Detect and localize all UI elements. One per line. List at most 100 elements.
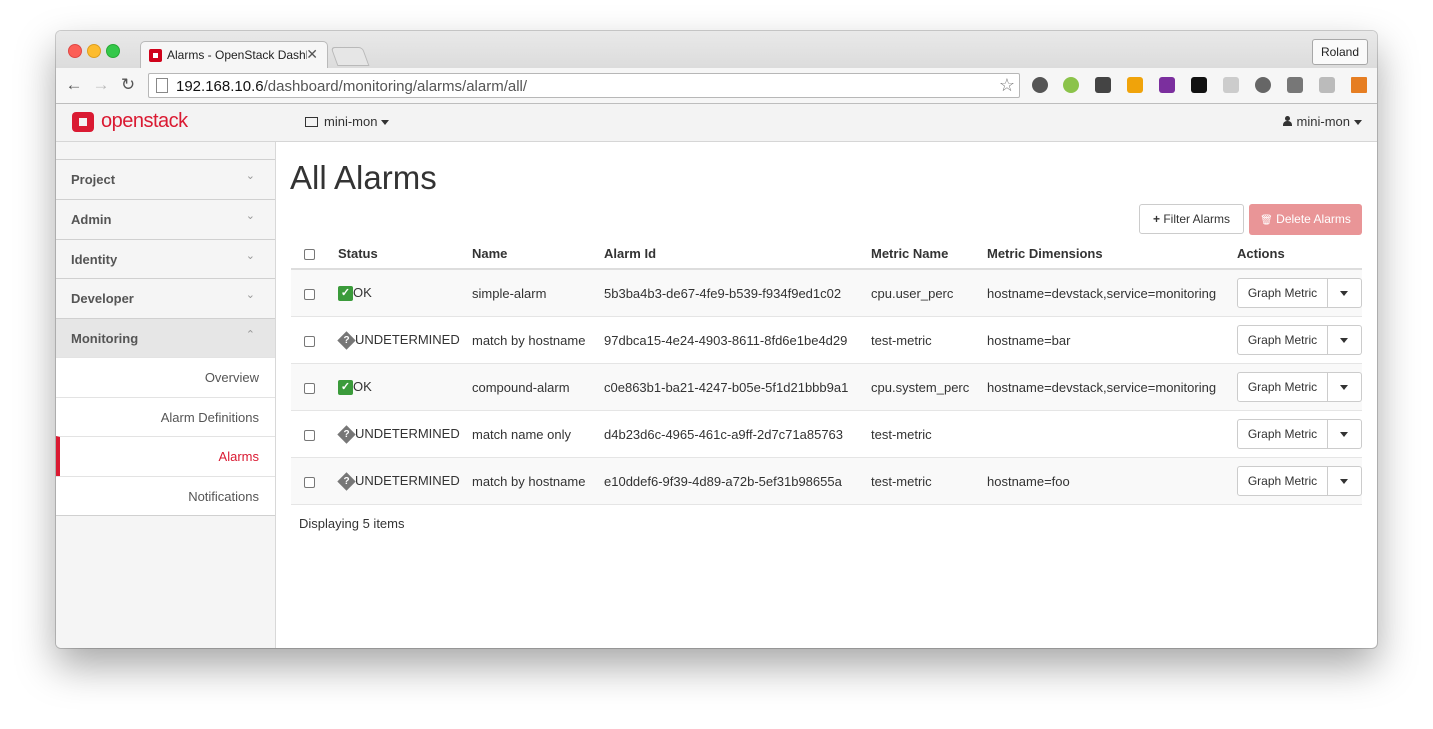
tab-title: Alarms - OpenStack Dashb bbox=[167, 48, 307, 62]
reload-icon[interactable]: ↻ bbox=[118, 75, 138, 95]
user-icon bbox=[1282, 116, 1292, 126]
row-select-cell bbox=[291, 410, 338, 458]
openstack-logo-icon[interactable] bbox=[72, 112, 94, 132]
chevron-down-icon: ⌄ bbox=[245, 250, 255, 262]
actions-dropdown-toggle[interactable] bbox=[1328, 466, 1362, 496]
maximize-window-button[interactable] bbox=[106, 44, 120, 58]
graph-metric-button[interactable]: Graph Metric bbox=[1237, 372, 1328, 402]
sidebar-section-monitoring[interactable]: Monitoring ⌃ bbox=[56, 318, 275, 357]
new-tab-button[interactable] bbox=[330, 47, 370, 66]
extension-shield-icon[interactable] bbox=[1223, 77, 1239, 93]
url-path: /dashboard/monitoring/alarms/alarm/all/ bbox=[263, 78, 528, 95]
address-bar[interactable]: 192.168.10.6/dashboard/monitoring/alarms… bbox=[148, 73, 1020, 98]
filter-alarms-label: Filter Alarms bbox=[1163, 212, 1231, 226]
tab-close-icon[interactable]: ✕ bbox=[306, 46, 318, 63]
column-header-name[interactable]: Name bbox=[472, 238, 604, 270]
graph-metric-button[interactable]: Graph Metric bbox=[1237, 419, 1328, 449]
row-checkbox[interactable] bbox=[304, 476, 315, 488]
extension-md-icon[interactable] bbox=[1287, 77, 1303, 93]
profile-button[interactable]: Roland bbox=[1311, 39, 1368, 65]
caret-down-icon bbox=[1354, 120, 1362, 126]
alarm-id: 5b3ba4b3-de67-4fe9-b539-f934f9ed1c02 bbox=[604, 269, 871, 317]
browser-toolbar: ← → ↻ 192.168.10.6/dashboard/monitoring/… bbox=[56, 68, 1377, 104]
extension-wrench-icon[interactable] bbox=[1032, 77, 1048, 93]
metric-name: cpu.system_perc bbox=[871, 363, 987, 411]
browser-tab[interactable]: Alarms - OpenStack Dashb ✕ bbox=[140, 41, 328, 68]
project-switcher[interactable]: mini-mon bbox=[305, 114, 390, 129]
sidebar-item-overview[interactable]: Overview bbox=[56, 357, 275, 397]
sidebar-item-alarm-definitions[interactable]: Alarm Definitions bbox=[56, 397, 275, 437]
row-checkbox[interactable] bbox=[304, 335, 315, 347]
status-text: OK bbox=[353, 284, 372, 300]
actions-dropdown-toggle[interactable] bbox=[1328, 278, 1362, 308]
bookmark-star-icon[interactable]: ☆ bbox=[999, 75, 1015, 96]
project-name: mini-mon bbox=[324, 114, 378, 129]
sidebar-item-notifications[interactable]: Notifications bbox=[56, 476, 275, 516]
browser-menu-icon[interactable] bbox=[1351, 77, 1367, 93]
actions-dropdown-toggle[interactable] bbox=[1328, 372, 1362, 402]
metric-dimensions: hostname=bar bbox=[987, 316, 1237, 364]
openstack-header: openstack mini-mon mini-mon bbox=[56, 104, 1377, 142]
metric-name: cpu.user_perc bbox=[871, 269, 987, 317]
sidebar-section-project[interactable]: Project ⌄ bbox=[56, 159, 275, 198]
row-checkbox[interactable] bbox=[304, 288, 315, 300]
alarm-id: e10ddef6-9f39-4d89-a72b-5ef31b98655a bbox=[604, 457, 871, 505]
sidebar-section-identity[interactable]: Identity ⌄ bbox=[56, 239, 275, 278]
status-text: UNDETERMINED bbox=[355, 332, 460, 348]
close-window-button[interactable] bbox=[68, 44, 82, 58]
actions-cell: Graph Metric bbox=[1237, 316, 1362, 364]
graph-metric-button[interactable]: Graph Metric bbox=[1237, 325, 1328, 355]
actions-dropdown-toggle[interactable] bbox=[1328, 325, 1362, 355]
graph-metric-button[interactable]: Graph Metric bbox=[1237, 278, 1328, 308]
status-cell: ✓ OK bbox=[338, 269, 472, 317]
column-header-status[interactable]: Status bbox=[338, 238, 472, 270]
sidebar-section-label: Developer bbox=[71, 291, 134, 306]
row-actions: Graph Metric bbox=[1237, 466, 1362, 496]
extension-hangouts-icon[interactable] bbox=[1063, 77, 1079, 93]
back-arrow-icon[interactable]: ← bbox=[64, 75, 84, 95]
actions-dropdown-toggle[interactable] bbox=[1328, 419, 1362, 449]
column-header-metric-dimensions[interactable]: Metric Dimensions bbox=[987, 238, 1237, 270]
status-cell: ? UNDETERMINED bbox=[337, 316, 472, 364]
column-header-metric-name[interactable]: Metric Name bbox=[871, 238, 987, 270]
url-host: 192.168.10.6 bbox=[176, 78, 264, 95]
actions-cell: Graph Metric bbox=[1237, 269, 1362, 317]
extension-jetbrains-icon[interactable] bbox=[1191, 77, 1207, 93]
status-cell: ? UNDETERMINED bbox=[337, 410, 472, 458]
trash-icon: 🗑 bbox=[1260, 215, 1273, 226]
row-checkbox[interactable] bbox=[304, 429, 315, 441]
select-all-checkbox[interactable] bbox=[304, 248, 315, 260]
user-menu[interactable]: mini-mon bbox=[1282, 114, 1362, 129]
extension-circle-icon[interactable] bbox=[1255, 77, 1271, 93]
select-all-cell bbox=[291, 238, 338, 270]
delete-alarms-button[interactable]: 🗑 Delete Alarms bbox=[1249, 204, 1362, 235]
column-header-alarm-id[interactable]: Alarm Id bbox=[604, 238, 871, 270]
sidebar-item-alarms[interactable]: Alarms bbox=[56, 436, 275, 476]
alarms-table: Status Name Alarm Id Metric Name Metric … bbox=[291, 238, 1362, 505]
sidebar-section-label: Identity bbox=[71, 252, 118, 267]
metric-name: test-metric bbox=[871, 457, 987, 505]
question-mark-glyph: ? bbox=[343, 334, 350, 346]
extension-apps-icon[interactable] bbox=[1319, 77, 1335, 93]
status-cell: ? UNDETERMINED bbox=[337, 457, 472, 505]
actions-cell: Graph Metric bbox=[1237, 457, 1362, 505]
sidebar-item-label: Alarms bbox=[218, 449, 259, 464]
extension-evernote-icon[interactable] bbox=[1095, 77, 1111, 93]
table-row: ? UNDETERMINED match name only d4b23d6c-4… bbox=[291, 410, 1362, 458]
row-checkbox[interactable] bbox=[304, 382, 315, 394]
url-text[interactable]: 192.168.10.6/dashboard/monitoring/alarms… bbox=[176, 78, 527, 95]
row-select-cell bbox=[291, 269, 338, 317]
filter-alarms-button[interactable]: + Filter Alarms bbox=[1139, 204, 1244, 234]
status-text: OK bbox=[353, 378, 372, 394]
extension-grid-icon[interactable] bbox=[1127, 77, 1143, 93]
openstack-logo-text[interactable]: openstack bbox=[101, 110, 188, 133]
sidebar-section-admin[interactable]: Admin ⌄ bbox=[56, 199, 275, 238]
caret-down-icon bbox=[381, 120, 390, 126]
forward-arrow-icon[interactable]: → bbox=[91, 75, 111, 95]
sidebar-section-developer[interactable]: Developer ⌄ bbox=[56, 278, 275, 317]
column-header-actions: Actions bbox=[1237, 238, 1362, 270]
graph-metric-button[interactable]: Graph Metric bbox=[1237, 466, 1328, 496]
minimize-window-button[interactable] bbox=[87, 44, 101, 58]
alarm-id: c0e863b1-ba21-4247-b05e-5f1d21bbb9a1 bbox=[604, 363, 871, 411]
extension-onenote-icon[interactable] bbox=[1159, 77, 1175, 93]
